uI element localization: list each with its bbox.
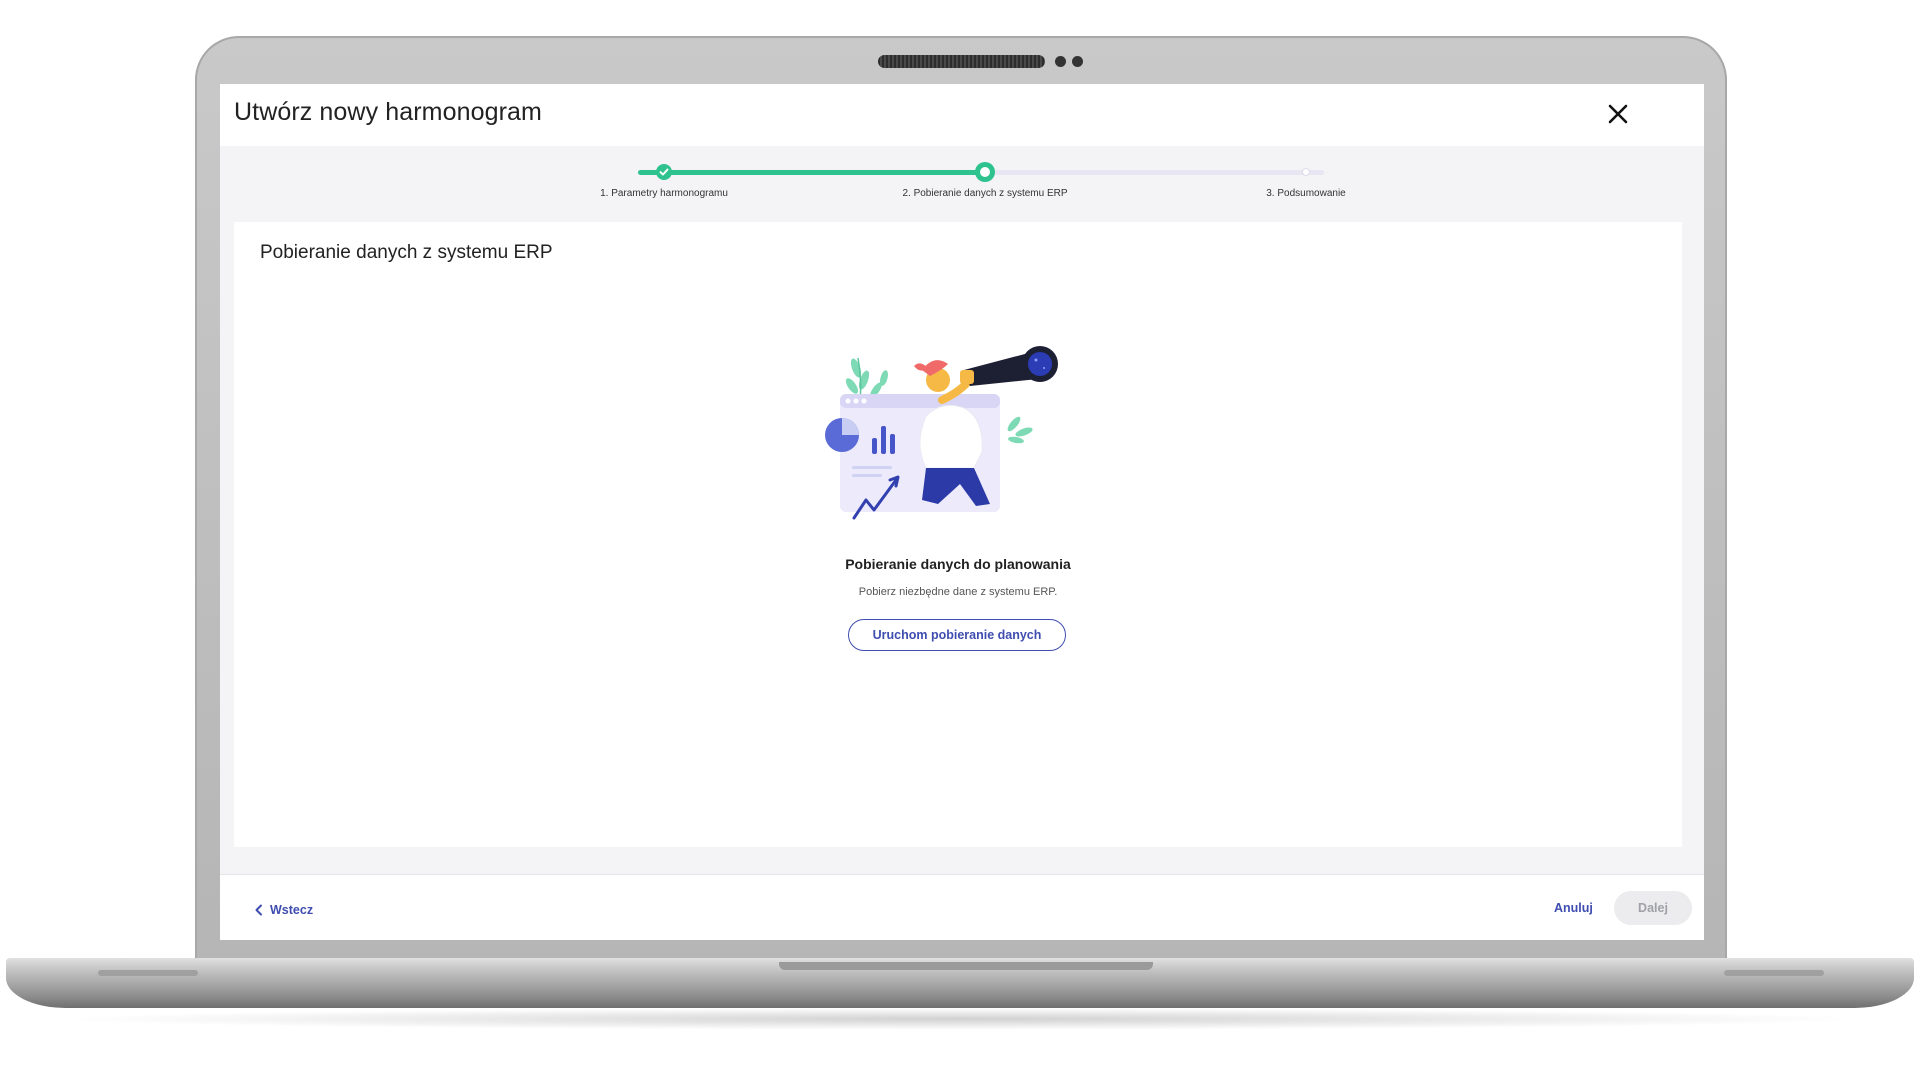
step-3-todo-node (1302, 168, 1310, 176)
start-download-button[interactable]: Uruchom pobieranie danych (848, 619, 1066, 651)
camera-sensor-icon (1072, 56, 1083, 67)
camera-bar (878, 55, 1045, 68)
laptop-shadow (50, 1008, 1870, 1030)
step-2-label: 2. Pobieranie danych z systemu ERP (902, 188, 1068, 199)
step-3-label: 3. Podsumowanie (1266, 188, 1346, 199)
step-1-label: 1. Parametry harmonogramu (600, 188, 728, 199)
stepper-progress (638, 170, 985, 175)
dialog-footer: Wstecz Anuluj Dalej (220, 874, 1704, 940)
empty-state-text: Pobierz niezbędne dane z systemu ERP. (858, 586, 1058, 598)
card-title: Pobieranie danych z systemu ERP (260, 242, 553, 263)
laptop-foot-right (1724, 970, 1824, 976)
close-icon (1608, 104, 1628, 124)
laptop-notch (779, 962, 1153, 970)
empty-state-title: Pobieranie danych do planowania (845, 556, 1071, 572)
content-card: Pobieranie danych z systemu ERP Pobieran… (234, 222, 1682, 847)
check-icon (659, 168, 669, 176)
next-button[interactable]: Dalej (1614, 891, 1692, 925)
close-button[interactable] (1600, 96, 1636, 132)
back-label: Wstecz (270, 903, 314, 917)
laptop-foot-left (98, 970, 198, 976)
dialog-header: Utwórz nowy harmonogram (220, 84, 1704, 146)
app-screen: Utwórz nowy harmonogram 1. Parametry har… (220, 84, 1704, 940)
person-with-telescope-illustration (825, 346, 1058, 520)
cancel-button[interactable]: Anuluj (1554, 901, 1593, 915)
camera-icon (1055, 56, 1066, 67)
chevron-left-icon (255, 904, 262, 916)
dialog-title: Utwórz nowy harmonogram (234, 98, 542, 126)
step-1-done-node (656, 164, 672, 180)
back-button[interactable]: Wstecz (254, 903, 313, 917)
step-2-active-node (975, 162, 995, 182)
stepper: 1. Parametry harmonogramu 2. Pobieranie … (220, 146, 1704, 222)
